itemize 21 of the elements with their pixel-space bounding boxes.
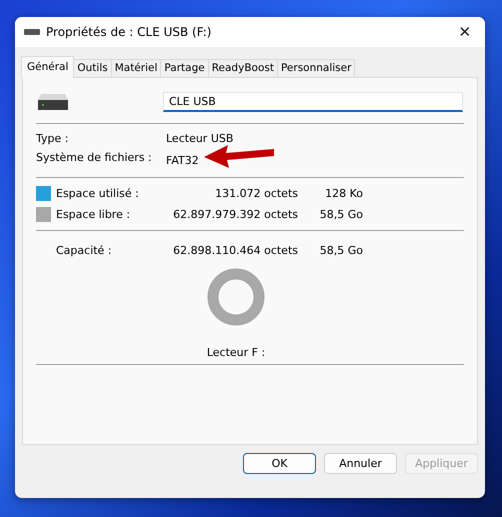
capacity-size: 58,5 Go xyxy=(318,244,363,257)
drive-label: Lecteur F : xyxy=(206,346,266,359)
space-label: Espace utilisé : xyxy=(56,187,140,200)
capacity-bytes: 62.898.110.464 octets xyxy=(172,244,298,257)
dialog-button[interactable]: Annuler xyxy=(324,453,397,474)
dialog-button[interactable]: OK xyxy=(243,453,316,474)
space-size: 58,5 Go xyxy=(318,208,363,221)
info-value: Lecteur USB xyxy=(166,132,234,145)
window-title: Propriétés de : CLE USB (F:) xyxy=(46,25,212,39)
tab[interactable]: Général xyxy=(21,56,74,78)
info-label: Système de fichiers : xyxy=(36,151,153,166)
capacity-label: Capacité : xyxy=(56,244,113,257)
info-value: FAT32 xyxy=(166,151,464,169)
drive-name-field[interactable]: CLE USB xyxy=(163,92,463,112)
close-button[interactable]: ✕ xyxy=(445,17,485,47)
info-label: Type : xyxy=(36,132,70,145)
space-bytes: 131.072 octets xyxy=(214,187,298,200)
tab[interactable]: Personnaliser xyxy=(276,59,356,77)
space-bytes: 62.897.979.392 octets xyxy=(172,208,298,221)
space-size: 128 Ko xyxy=(324,187,363,200)
space-label: Espace libre : xyxy=(56,208,132,221)
